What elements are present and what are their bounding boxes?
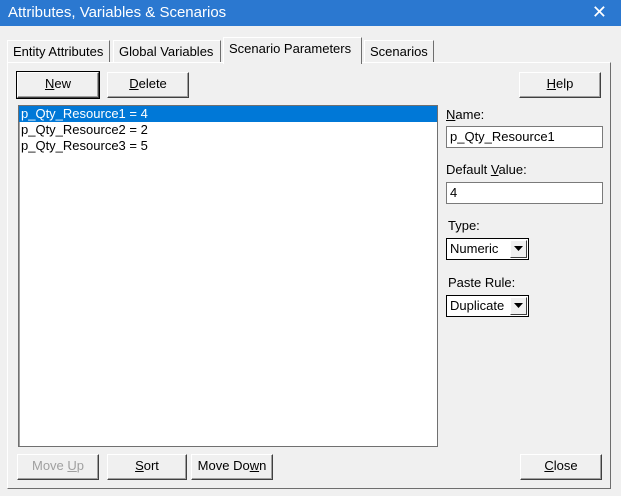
name-field[interactable]: p_Qty_Resource1 <box>446 126 603 148</box>
tab-entity-attributes[interactable]: Entity Attributes <box>7 40 110 64</box>
paste-rule-select-value: Duplicate <box>450 298 505 313</box>
title-bar: Attributes, Variables & Scenarios ✕ <box>0 0 621 26</box>
sort-button[interactable]: Sort <box>107 454 187 480</box>
type-label: Type: <box>448 218 480 233</box>
type-select-value: Numeric <box>450 241 499 256</box>
dialog-client: Entity Attributes Global Variables Scena… <box>1 26 620 495</box>
tab-label: Entity Attributes <box>13 44 104 59</box>
name-label: Name: <box>446 107 485 122</box>
tab-label: Scenario Parameters <box>229 41 352 56</box>
paste-rule-select[interactable]: Duplicate <box>446 295 529 317</box>
window-title: Attributes, Variables & Scenarios <box>8 4 227 21</box>
list-item[interactable]: p_Qty_Resource3 = 5 <box>19 138 437 154</box>
tab-label: Scenarios <box>370 44 428 59</box>
new-button[interactable]: New <box>16 71 100 99</box>
tab-label: Global Variables <box>119 44 214 59</box>
default-value-label: Default Value: <box>446 162 527 177</box>
chevron-down-icon[interactable] <box>510 240 527 258</box>
move-down-button[interactable]: Move Down <box>191 454 273 480</box>
close-icon[interactable]: ✕ <box>592 2 607 23</box>
help-button[interactable]: Help <box>519 72 601 98</box>
tab-scenario-parameters[interactable]: Scenario Parameters <box>223 37 362 64</box>
tab-global-variables[interactable]: Global Variables <box>113 40 221 64</box>
close-button[interactable]: Close <box>520 454 602 480</box>
default-value-field[interactable]: 4 <box>446 182 603 204</box>
list-item[interactable]: p_Qty_Resource2 = 2 <box>19 122 437 138</box>
paste-rule-label: Paste Rule: <box>448 275 516 290</box>
delete-button[interactable]: Delete <box>107 72 189 98</box>
scenario-parameters-panel: New Delete Help p_Qty_Resource1 = 4 p_Qt… <box>7 62 611 489</box>
move-up-button[interactable]: Move Up <box>17 454 99 480</box>
type-select[interactable]: Numeric <box>446 238 529 260</box>
parameter-list[interactable]: p_Qty_Resource1 = 4 p_Qty_Resource2 = 2 … <box>18 105 438 447</box>
list-item[interactable]: p_Qty_Resource1 = 4 <box>19 106 437 122</box>
chevron-down-icon[interactable] <box>510 297 527 315</box>
tab-scenarios[interactable]: Scenarios <box>364 40 434 64</box>
